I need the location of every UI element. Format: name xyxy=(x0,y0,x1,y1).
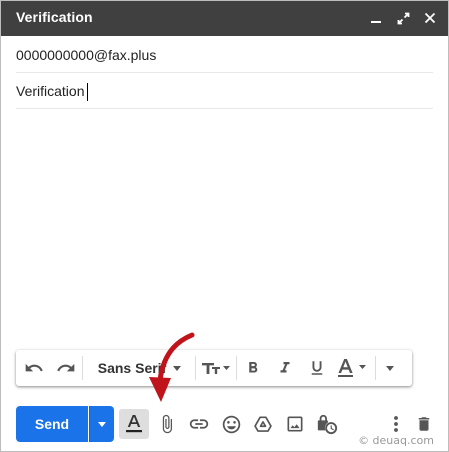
redo-icon[interactable] xyxy=(50,350,82,386)
chevron-down-icon xyxy=(98,422,106,427)
window-title: Verification xyxy=(16,9,93,25)
font-dropdown[interactable]: Sans Serif xyxy=(83,350,195,386)
insert-link-icon[interactable] xyxy=(184,409,214,439)
title-bar[interactable]: Verification xyxy=(1,1,448,36)
text-color-icon[interactable] xyxy=(333,350,375,386)
subject-text: Verification xyxy=(16,83,85,99)
undo-icon[interactable] xyxy=(18,350,50,386)
text-cursor xyxy=(87,83,88,101)
more-formatting-icon[interactable] xyxy=(376,350,404,386)
message-body[interactable] xyxy=(16,109,433,344)
formatting-options-icon[interactable] xyxy=(119,409,149,439)
close-icon[interactable] xyxy=(422,9,438,27)
watermark-text: © deuaq.com xyxy=(358,434,434,447)
confidential-mode-icon[interactable] xyxy=(312,409,342,439)
chevron-down-icon xyxy=(173,366,182,371)
insert-emoji-icon[interactable] xyxy=(216,409,246,439)
bold-icon[interactable] xyxy=(237,350,269,386)
google-drive-icon[interactable] xyxy=(248,409,278,439)
insert-photo-icon[interactable] xyxy=(280,409,310,439)
font-size-icon[interactable] xyxy=(196,350,236,386)
send-button[interactable]: Send xyxy=(16,406,88,442)
expand-icon[interactable] xyxy=(395,9,411,27)
attach-file-icon[interactable] xyxy=(152,409,182,439)
underline-icon[interactable] xyxy=(301,350,333,386)
recipient-address: 0000000000@fax.plus xyxy=(16,47,157,63)
minimize-icon[interactable] xyxy=(368,9,384,27)
to-field[interactable]: 0000000000@fax.plus xyxy=(16,37,433,73)
italic-icon[interactable] xyxy=(269,350,301,386)
font-name: Sans Serif xyxy=(97,360,167,376)
compose-window: Verification 0000000000@fax.plus Verific… xyxy=(0,0,449,452)
schedule-send-dropdown[interactable] xyxy=(89,406,114,442)
subject-field[interactable]: Verification xyxy=(16,73,433,109)
formatting-toolbar: Sans Serif xyxy=(16,350,412,386)
